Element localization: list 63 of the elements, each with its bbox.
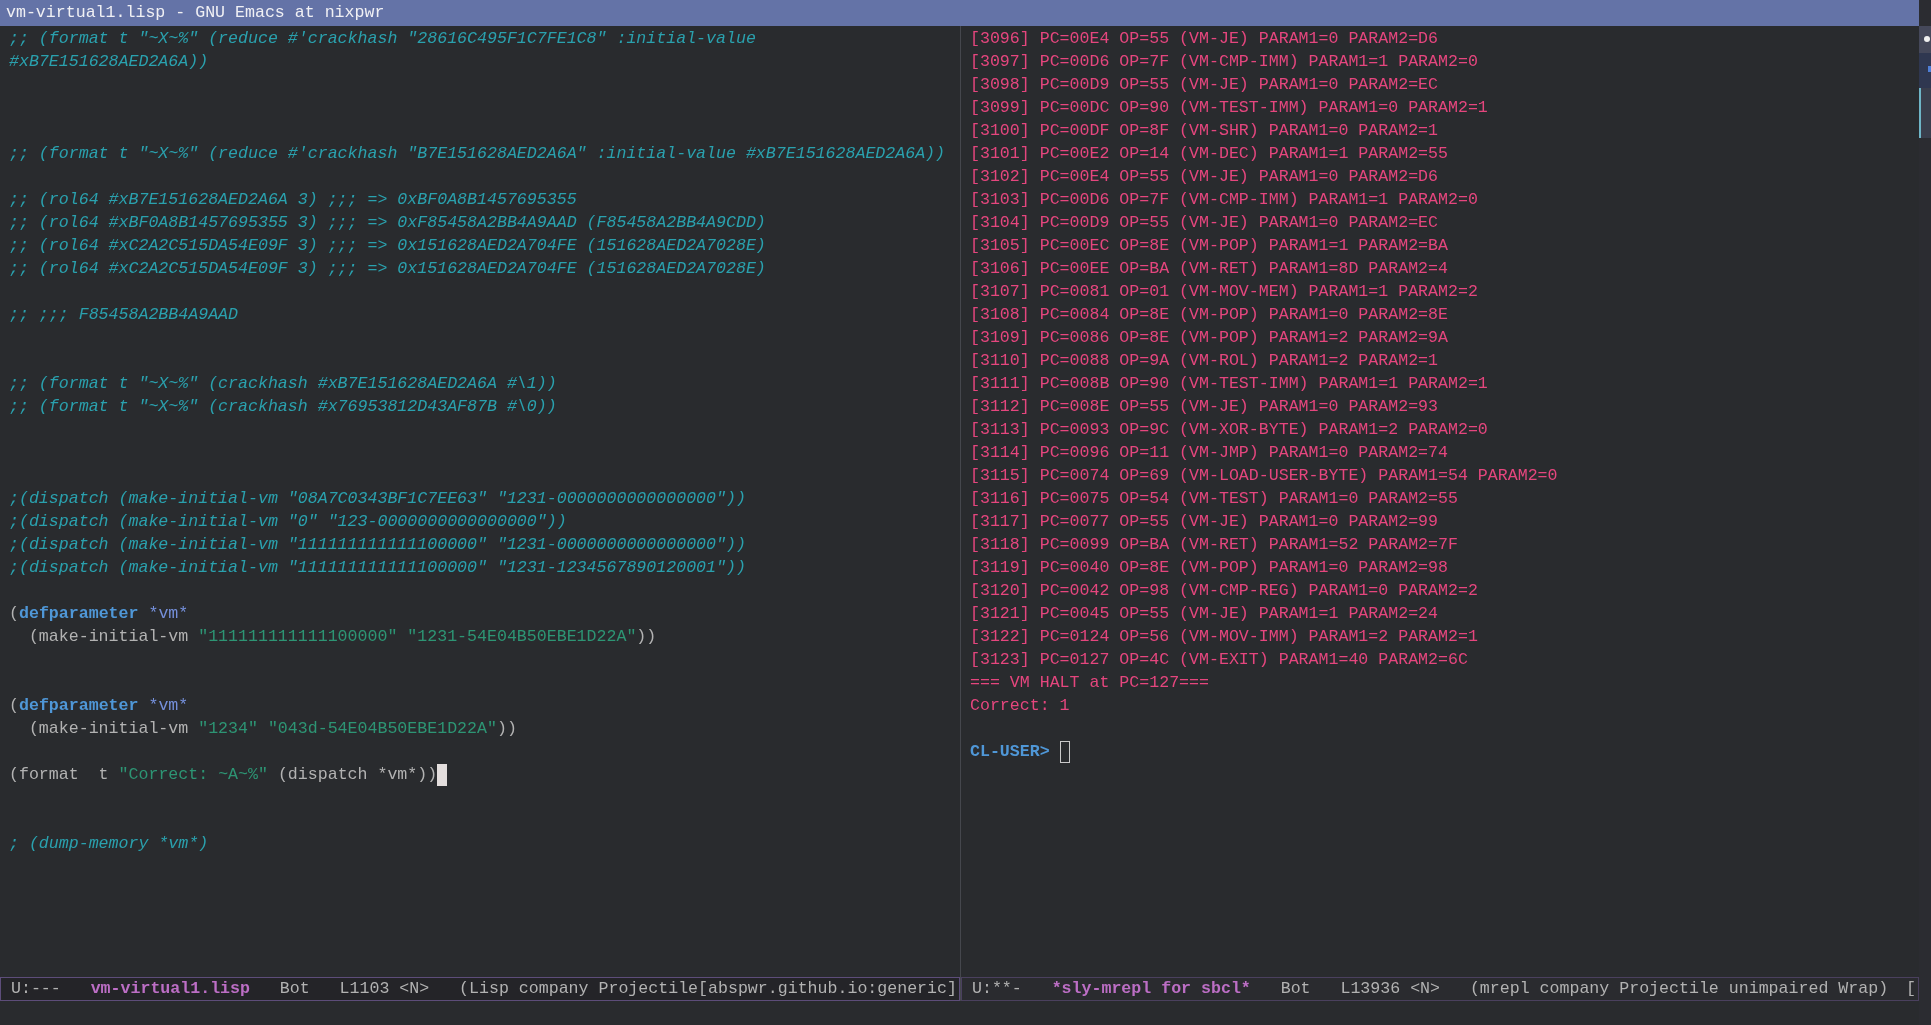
output-line: [3116] PC=0075 OP=54 (VM-TEST) PARAM1=0 PARAM2=55	[970, 488, 1458, 510]
comment-line: ;(dispatch (make-initial-vm "111111111111100000" "1231-1234567890120001"))	[9, 557, 746, 579]
repl-prompt: CL-USER>	[970, 741, 1050, 763]
comment-line: ;; (format t "~X~%" (reduce #'crackhash "28616C495F1C7FE1C8" :initial-value	[9, 28, 756, 50]
output-line: [3120] PC=0042 OP=98 (VM-CMP-REG) PARAM1=0 PARAM2=2	[970, 580, 1478, 602]
output-line: [3096] PC=00E4 OP=55 (VM-JE) PARAM1=0 PARAM2=D6	[970, 28, 1439, 50]
output-line: [3101] PC=00E2 OP=14 (VM-DEC) PARAM1=1 PARAM2=55	[970, 143, 1448, 165]
output-line: [3105] PC=00EC OP=8E (VM-POP) PARAM1=1 PARAM2=BA	[970, 235, 1448, 257]
output-line: [3118] PC=0099 OP=BA (VM-RET) PARAM1=52 PARAM2=7F	[970, 534, 1458, 556]
output-line: [3099] PC=00DC OP=90 (VM-TEST-IMM) PARAM1=0 PARAM2=1	[970, 97, 1488, 119]
output-line: [3108] PC=0084 OP=8E (VM-POP) PARAM1=0 PARAM2=8E	[970, 304, 1448, 326]
mode-list: (Lisp company Projectile[abspwr.github.io:generic]	[459, 979, 957, 999]
comment-line: ;; (rol64 #xB7E151628AED2A6A 3) ;;; => 0xBF0A8B1457695355	[9, 189, 577, 211]
scroll-position: Bot	[279, 979, 310, 999]
output-line: [3102] PC=00E4 OP=55 (VM-JE) PARAM1=0 PARAM2=D6	[970, 166, 1439, 188]
output-line: [3100] PC=00DF OP=8F (VM-SHR) PARAM1=0 PARAM2=1	[970, 120, 1439, 142]
output-line: Correct: 1	[970, 695, 1070, 717]
output-line: [3117] PC=0077 OP=55 (VM-JE) PARAM1=0 PARAM2=99	[970, 511, 1439, 533]
comment-line: ;; (rol64 #xC2A2C515DA54E09F 3) ;;; => 0x151628AED2A704FE (151628AED2A7028E)	[9, 258, 766, 280]
code-line: (defparameter *vm*	[9, 603, 189, 625]
code-line: (defparameter *vm*	[9, 695, 189, 717]
code-line: (format t "Correct: ~A~%" (dispatch *vm*))	[9, 764, 438, 786]
window-title: vm-virtual1.lisp - GNU Emacs at nixpwr	[6, 2, 385, 24]
code-line: (make-initial-vm "1234" "043d-54E04B50EBE1D22A"))	[27, 718, 517, 740]
output-line: [3119] PC=0040 OP=8E (VM-POP) PARAM1=0 PARAM2=98	[970, 557, 1448, 579]
output-line: [3110] PC=0088 OP=9A (VM-ROL) PARAM1=2 PARAM2=1	[970, 350, 1439, 372]
output-line: [3113] PC=0093 OP=9C (VM-XOR-BYTE) PARAM1=2 PARAM2=0	[970, 419, 1488, 441]
comment-line: ;; (format t "~X~%" (crackhash #x76953812D43AF87B #\0))	[9, 396, 557, 418]
buffer-state: U:**-	[972, 979, 1022, 999]
buffer-state: U:---	[11, 979, 61, 999]
comment-line: ;(dispatch (make-initial-vm "08A7C0343BF1C7EE63" "1231-0000000000000000"))	[9, 488, 746, 510]
output-line: [3122] PC=0124 OP=56 (VM-MOV-IMM) PARAM1=2 PARAM2=1	[970, 626, 1478, 648]
output-line: [3121] PC=0045 OP=55 (VM-JE) PARAM1=1 PARAM2=24	[970, 603, 1439, 625]
comment-line: #xB7E151628AED2A6A))	[9, 51, 209, 73]
comment-line: ;; (format t "~X~%" (crackhash #xB7E151628AED2A6A #\1))	[9, 373, 557, 395]
output-line: [3103] PC=00D6 OP=7F (VM-CMP-IMM) PARAM1=1 PARAM2=0	[970, 189, 1478, 211]
output-line: [3109] PC=0086 OP=8E (VM-POP) PARAM1=2 PARAM2=9A	[970, 327, 1448, 349]
mode-line-text: [	[1906, 979, 1916, 999]
output-line: [3123] PC=0127 OP=4C (VM-EXIT) PARAM1=40 PARAM2=6C	[970, 649, 1468, 671]
output-line: [3114] PC=0096 OP=11 (VM-JMP) PARAM1=0 PARAM2=74	[970, 442, 1448, 464]
line-number: L1103 <N>	[339, 979, 430, 999]
output-line: [3111] PC=008B OP=90 (VM-TEST-IMM) PARAM1=1 PARAM2=1	[970, 373, 1488, 395]
line-number: L13936 <N>	[1340, 979, 1440, 999]
output-line: [3115] PC=0074 OP=69 (VM-LOAD-USER-BYTE) PARAM1=54 PARAM2=0	[970, 465, 1558, 487]
buffer-name: vm-virtual1.lisp	[90, 979, 250, 999]
output-line: [3098] PC=00D9 OP=55 (VM-JE) PARAM1=0 PARAM2=EC	[970, 74, 1439, 96]
code-line: (make-initial-vm "111111111111100000" "1231-54E04B50EBE1D22A"))	[27, 626, 657, 648]
comment-line: ;; ;;; F85458A2BB4A9AAD	[9, 304, 239, 326]
output-line: === VM HALT at PC=127===	[970, 672, 1209, 694]
comment-line: ;; (format t "~X~%" (reduce #'crackhash "B7E151628AED2A6A" :initial-value #xB7E151628AED2A6A))	[9, 143, 946, 165]
output-line: [3112] PC=008E OP=55 (VM-JE) PARAM1=0 PARAM2=93	[970, 396, 1439, 418]
output-line: [3097] PC=00D6 OP=7F (VM-CMP-IMM) PARAM1=1 PARAM2=0	[970, 51, 1478, 73]
output-line: [3106] PC=00EE OP=BA (VM-RET) PARAM1=8D PARAM2=4	[970, 258, 1448, 280]
comment-line: ;; (rol64 #xC2A2C515DA54E09F 3) ;;; => 0x151628AED2A704FE (151628AED2A7028E)	[9, 235, 766, 257]
output-line: [3104] PC=00D9 OP=55 (VM-JE) PARAM1=0 PARAM2=EC	[970, 212, 1439, 234]
scroll-position: Bot	[1280, 979, 1311, 999]
comment-line: ;(dispatch (make-initial-vm "111111111111100000" "1231-0000000000000000"))	[9, 534, 746, 556]
output-line: [3107] PC=0081 OP=01 (VM-MOV-MEM) PARAM1=1 PARAM2=2	[970, 281, 1478, 303]
comment-line: ;; (rol64 #xBF0A8B1457695355 3) ;;; => 0xF85458A2BB4A9AAD (F85458A2BB4A9CDD)	[9, 212, 766, 234]
mode-list: (mrepl company Projectile unimpaired Wrap)	[1469, 979, 1889, 999]
comment-line: ; (dump-memory *vm*)	[9, 833, 209, 855]
buffer-name: *sly-mrepl for sbcl*	[1051, 979, 1251, 999]
comment-line: ;(dispatch (make-initial-vm "0" "123-0000000000000000"))	[9, 511, 567, 533]
